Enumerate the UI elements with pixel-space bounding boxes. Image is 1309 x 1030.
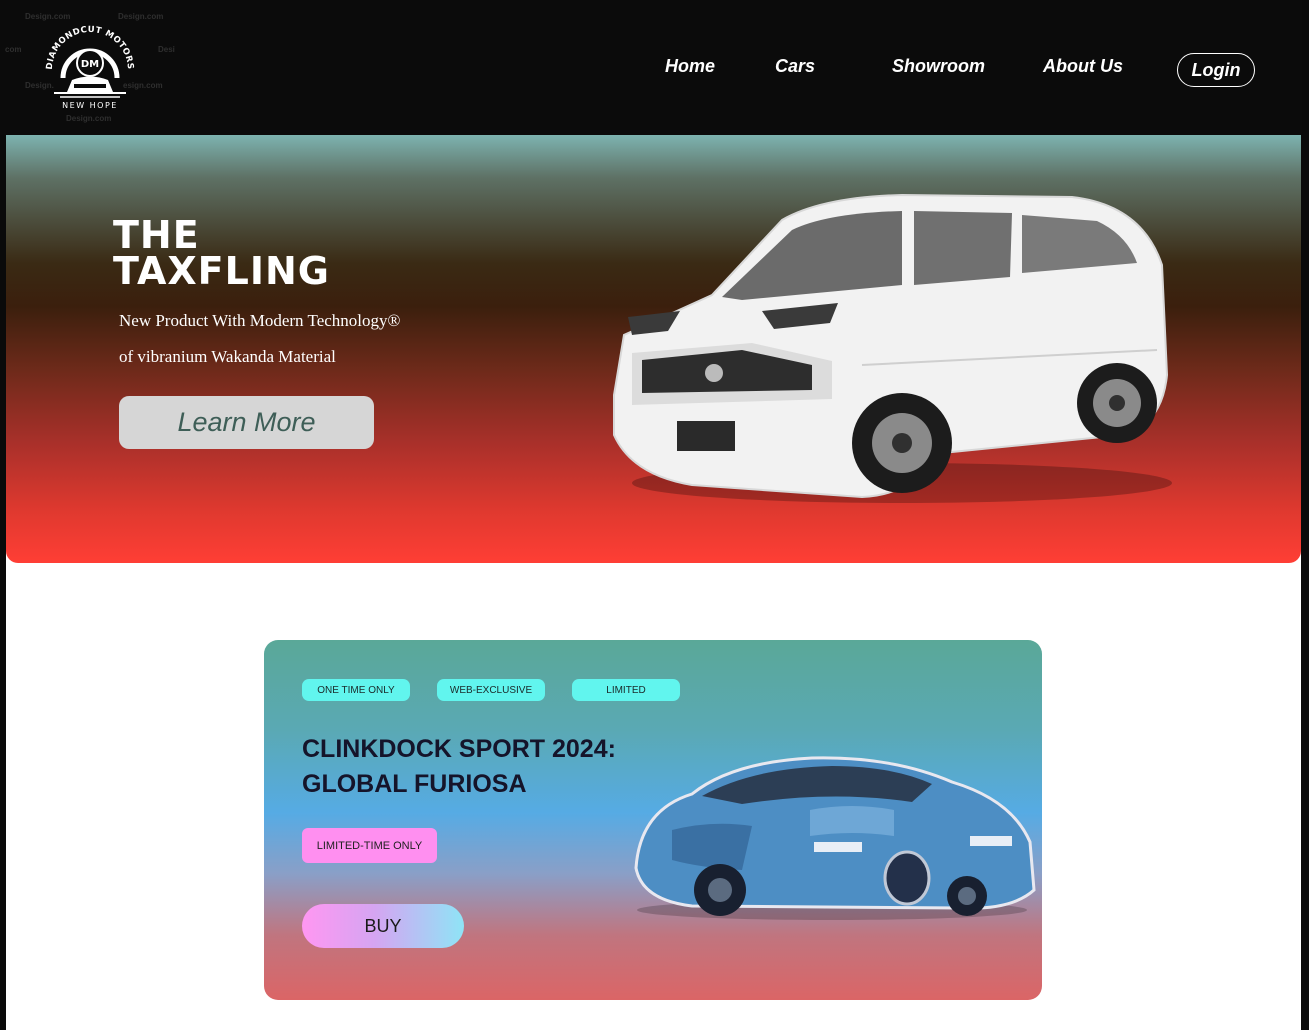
tag-one-time-only: ONE TIME ONLY	[302, 679, 410, 701]
page-right-border	[1301, 0, 1309, 1030]
car-logo-icon[interactable]: DIAMONDCUT MOTORS DM NEW HOPE	[38, 22, 142, 114]
hero-subtitle: New Product With Modern Technology®	[119, 311, 401, 330]
hero-banner: THE TAXFLING New Product With Modern Tec…	[6, 135, 1301, 563]
tag-limited: LIMITED	[572, 679, 680, 701]
watermark-text: Design.com	[118, 12, 164, 21]
limited-time-badge: LIMITED-TIME ONLY	[302, 828, 437, 863]
navbar: Design.com Design.com com Desi Design. e…	[0, 0, 1302, 135]
promo-title: CLINKDOCK SPORT 2024: GLOBAL FURIOSA	[302, 732, 616, 802]
logo-monogram: DM	[81, 59, 99, 70]
hero-title-line: THE	[113, 213, 200, 257]
login-button[interactable]: Login	[1177, 53, 1255, 87]
watermark-text: Design.com	[66, 114, 112, 123]
learn-more-button[interactable]: Learn More	[119, 396, 374, 449]
white-suv-image	[613, 193, 1172, 503]
blue-sports-car-image	[634, 756, 1036, 920]
watermark-text: Desi	[158, 45, 175, 54]
promo-title-line: CLINKDOCK SPORT 2024:	[302, 735, 616, 763]
watermark-text: com	[5, 45, 22, 54]
nav-home-link[interactable]: Home	[665, 56, 715, 77]
hero-subtitle: of vibranium Wakanda Material	[119, 347, 336, 366]
watermark-text: Design.com	[25, 12, 71, 21]
hero-title: THE TAXFLING	[113, 213, 330, 293]
promo-title-line: GLOBAL FURIOSA	[302, 770, 527, 798]
nav-cars-link[interactable]: Cars	[775, 56, 815, 77]
buy-button[interactable]: BUY	[302, 904, 464, 948]
promo-card: ONE TIME ONLY WEB-EXCLUSIVE LIMITED CLIN…	[264, 640, 1042, 1000]
logo-tagline: NEW HOPE	[62, 101, 118, 110]
hero-title-line: TAXFLING	[113, 249, 330, 293]
tag-web-exclusive: WEB-EXCLUSIVE	[437, 679, 545, 701]
nav-about-us-link[interactable]: About Us	[1043, 56, 1123, 77]
nav-showroom-link[interactable]: Showroom	[892, 56, 985, 77]
